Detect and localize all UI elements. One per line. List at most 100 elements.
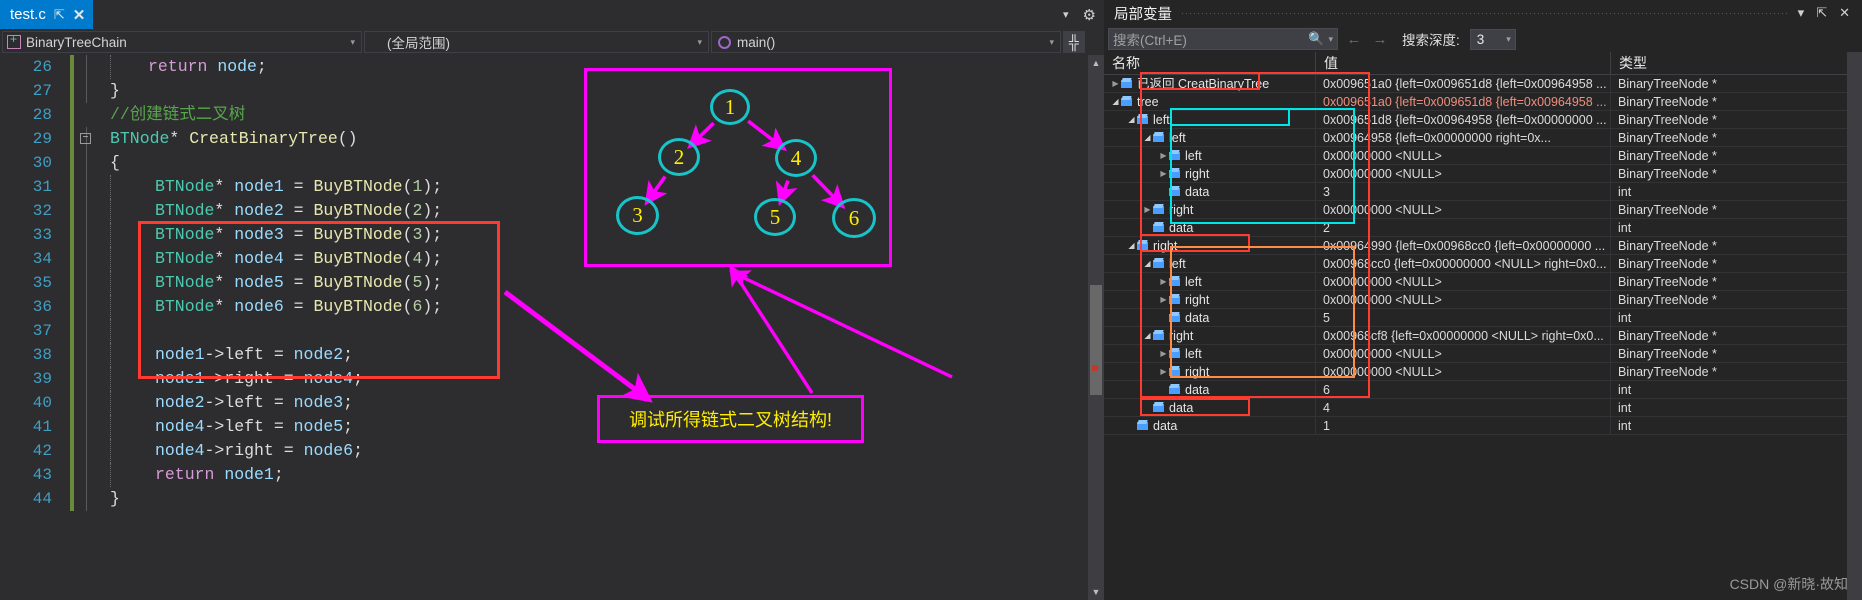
code-line[interactable]: 30 { (0, 151, 1040, 175)
code-line[interactable]: 44} (0, 487, 1040, 511)
expand-twisty-icon[interactable]: ▶ (1142, 205, 1153, 214)
expand-twisty-icon[interactable]: ▶ (1110, 79, 1121, 88)
expand-twisty-icon[interactable]: ◢ (1142, 259, 1153, 268)
cell-value[interactable]: 3 (1316, 183, 1611, 200)
expand-twisty-icon[interactable]: ◢ (1126, 241, 1137, 250)
cell-name[interactable]: ◢ left (1104, 255, 1316, 272)
code-line[interactable]: 39 node1->right = node4; (0, 367, 1040, 391)
cell-name[interactable]: data (1104, 219, 1316, 236)
expand-twisty-icon[interactable]: ▶ (1158, 349, 1169, 358)
expand-twisty-icon[interactable]: ▶ (1158, 367, 1169, 376)
code-line[interactable]: 31 BTNode* node1 = BuyBTNode(1); (0, 175, 1040, 199)
expand-twisty-icon[interactable]: ◢ (1126, 115, 1137, 124)
code-surface[interactable]: 26 return node; 27} 28//创建链式二叉树 29− BTNode* C… (0, 55, 1104, 600)
cell-name[interactable]: ▶ right (1104, 165, 1316, 182)
code-line[interactable]: 43 return node1; (0, 463, 1040, 487)
code-line[interactable]: 41 node4->left = node5; (0, 415, 1040, 439)
table-row[interactable]: data 4 int (1104, 399, 1862, 417)
pin-icon[interactable]: ⇱ (54, 7, 65, 23)
table-row[interactable]: ◢ right 0x00964990 {left=0x00968cc0 {left=… (1104, 237, 1862, 255)
search-prev-button[interactable]: ← (1344, 31, 1364, 48)
cell-value[interactable]: 0x00964990 {left=0x00968cc0 {left=0x0000… (1316, 237, 1611, 254)
cell-name[interactable]: ▶ right (1104, 291, 1316, 308)
table-row[interactable]: ▶ 已返回 CreatBinaryTree 0x009651a0 {left=0x0… (1104, 75, 1862, 93)
table-row[interactable]: ◢ left 0x00964958 {left=0x00000000 right=0… (1104, 129, 1862, 147)
scroll-up-icon[interactable]: ▲ (1088, 55, 1104, 71)
cell-name[interactable]: ◢ right (1104, 237, 1316, 254)
expand-twisty-icon[interactable]: ◢ (1110, 97, 1121, 106)
cell-value[interactable]: 0x00000000 <NULL> (1316, 165, 1611, 182)
editor-vertical-scrollbar[interactable]: ▲ ▼ (1088, 55, 1104, 600)
function-dropdown[interactable]: main() ▾ (711, 31, 1061, 53)
cell-value[interactable]: 0x00964958 {left=0x00000000 right=0x... (1316, 129, 1611, 146)
table-row[interactable]: data 6 int (1104, 381, 1862, 399)
cell-name[interactable]: ◢ left (1104, 111, 1316, 128)
column-header-name[interactable]: 名称 (1104, 52, 1316, 74)
cell-value[interactable]: 0x00000000 <NULL> (1316, 147, 1611, 164)
close-icon[interactable]: ✕ (73, 6, 86, 24)
cell-name[interactable]: data (1104, 399, 1316, 416)
chevron-down-icon[interactable]: ▾ (1506, 34, 1511, 45)
code-line[interactable]: 37 (0, 319, 1040, 343)
gear-icon[interactable]: ⚙ (1083, 6, 1096, 24)
table-row[interactable]: ▶ left 0x00000000 <NULL> BinaryTreeNode * (1104, 345, 1862, 363)
cell-value[interactable]: 1 (1316, 417, 1611, 434)
cell-value[interactable]: 0x009651a0 {left=0x009651d8 {left=0x0096… (1316, 93, 1611, 110)
cell-name[interactable]: ▶ left (1104, 147, 1316, 164)
expand-twisty-icon[interactable]: ▶ (1158, 277, 1169, 286)
table-row[interactable]: ▶ right 0x00000000 <NULL> BinaryTreeNode * (1104, 165, 1862, 183)
code-line[interactable]: 40 node2->left = node3; (0, 391, 1040, 415)
column-header-value[interactable]: 值 (1316, 52, 1611, 74)
cell-name[interactable]: ▶ right (1104, 201, 1316, 218)
cell-name[interactable]: ◢ left (1104, 129, 1316, 146)
cell-value[interactable]: 0x009651a0 {left=0x009651d8 {left=0x0096… (1316, 75, 1611, 92)
code-line[interactable]: 29 − BTNode* CreatBinaryTree() (0, 127, 1040, 151)
cell-value[interactable]: 0x00968cf8 {left=0x00000000 <NULL> right… (1316, 327, 1611, 344)
code-line[interactable]: 42 node4->right = node6; (0, 439, 1040, 463)
table-row[interactable]: ◢ tree 0x009651a0 {left=0x009651d8 {left=0… (1104, 93, 1862, 111)
table-row[interactable]: ▶ right 0x00000000 <NULL> BinaryTreeNode * (1104, 201, 1862, 219)
search-input[interactable]: 搜索(Ctrl+E) 🔍 ▾ (1108, 28, 1338, 50)
code-line[interactable]: 26 return node; (0, 55, 1040, 79)
project-dropdown[interactable]: BinaryTreeChain ▾ (2, 31, 362, 53)
cell-value[interactable]: 5 (1316, 309, 1611, 326)
table-row[interactable]: ▶ right 0x00000000 <NULL> BinaryTreeNode * (1104, 291, 1862, 309)
fold-toggle-icon[interactable]: − (80, 133, 91, 144)
cell-name[interactable]: data (1104, 417, 1316, 434)
cell-value[interactable]: 0x00000000 <NULL> (1316, 201, 1611, 218)
code-line[interactable]: 35 BTNode* node5 = BuyBTNode(5); (0, 271, 1040, 295)
cell-value[interactable]: 2 (1316, 219, 1611, 236)
cell-value[interactable]: 0x00000000 <NULL> (1316, 291, 1611, 308)
cell-name[interactable]: ▶ 已返回 CreatBinaryTree (1104, 75, 1316, 92)
expand-twisty-icon[interactable]: ▶ (1158, 151, 1169, 160)
close-icon[interactable]: ✕ (1839, 5, 1850, 21)
split-editor-button[interactable]: ╬ (1063, 31, 1085, 53)
table-row[interactable]: data 5 int (1104, 309, 1862, 327)
scroll-down-icon[interactable]: ▼ (1088, 584, 1104, 600)
cell-name[interactable]: ▶ left (1104, 273, 1316, 290)
code-line[interactable]: 32 BTNode* node2 = BuyBTNode(2); (0, 199, 1040, 223)
code-line[interactable]: 28 //创建链式二叉树 (0, 103, 1040, 127)
cell-name[interactable]: ◢ right (1104, 327, 1316, 344)
table-row[interactable]: ◢ left 0x00968cc0 {left=0x00000000 <NULL> … (1104, 255, 1862, 273)
chevron-down-icon[interactable]: ▾ (1798, 5, 1805, 21)
tab-test-c[interactable]: test.c ⇱ ✕ (0, 0, 94, 29)
expand-twisty-icon[interactable]: ▶ (1158, 169, 1169, 178)
cell-value[interactable]: 0x00000000 <NULL> (1316, 273, 1611, 290)
expand-twisty-icon[interactable]: ▶ (1158, 295, 1169, 304)
cell-name[interactable]: ◢ tree (1104, 93, 1316, 110)
cell-value[interactable]: 0x00000000 <NULL> (1316, 345, 1611, 362)
code-line[interactable]: 27} (0, 79, 1040, 103)
code-line[interactable]: 33 BTNode* node3 = BuyBTNode(3); (0, 223, 1040, 247)
table-row[interactable]: ◢ right 0x00968cf8 {left=0x00000000 <NULL>… (1104, 327, 1862, 345)
cell-value[interactable]: 0x00000000 <NULL> (1316, 363, 1611, 380)
cell-name[interactable]: data (1104, 309, 1316, 326)
table-row[interactable]: data 3 int (1104, 183, 1862, 201)
cell-value[interactable]: 6 (1316, 381, 1611, 398)
table-row[interactable]: data 1 int (1104, 417, 1862, 435)
table-row[interactable]: ▶ left 0x00000000 <NULL> BinaryTreeNode * (1104, 273, 1862, 291)
table-row[interactable]: ▶ left 0x00000000 <NULL> BinaryTreeNode * (1104, 147, 1862, 165)
cell-name[interactable]: ▶ left (1104, 345, 1316, 362)
search-depth-input[interactable]: 3 ▾ (1469, 28, 1516, 50)
scope-dropdown[interactable]: (全局范围) ▾ (364, 31, 709, 53)
